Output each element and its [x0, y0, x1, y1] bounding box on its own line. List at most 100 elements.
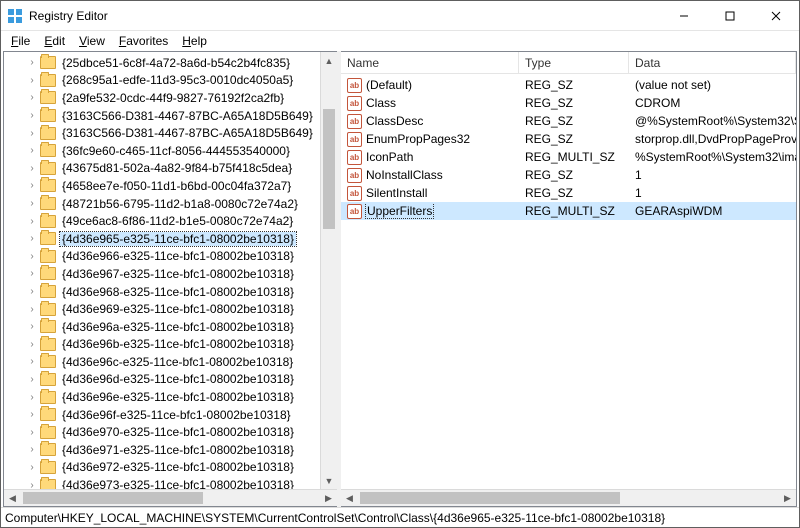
chevron-right-icon[interactable]: ›	[26, 110, 38, 121]
value-type: REG_SZ	[519, 186, 629, 200]
chevron-right-icon[interactable]: ›	[26, 233, 38, 244]
chevron-right-icon[interactable]: ›	[26, 427, 38, 438]
list-row[interactable]: abNoInstallClassREG_SZ1	[341, 166, 796, 184]
folder-icon	[40, 285, 56, 298]
tree-item[interactable]: ›{48721b56-6795-11d2-b1a8-0080c72e74a2}	[4, 195, 337, 213]
registry-tree[interactable]: ›{25dbce51-6c8f-4a72-8a6d-b54c2b4fc835}›…	[4, 52, 337, 489]
tree-item[interactable]: ›{4d36e969-e325-11ce-bfc1-08002be10318}	[4, 300, 337, 318]
tree-item[interactable]: › {36fc9e60-c465-11cf-8056-444553540000}	[4, 142, 337, 160]
scroll-left-icon[interactable]: ◀	[4, 493, 21, 504]
chevron-right-icon[interactable]: ›	[26, 251, 38, 262]
value-type: REG_SZ	[519, 132, 629, 146]
status-path: Computer\HKEY_LOCAL_MACHINE\SYSTEM\Curre…	[5, 511, 665, 525]
chevron-right-icon[interactable]: ›	[26, 304, 38, 315]
tree-item[interactable]: ›{4d36e96d-e325-11ce-bfc1-08002be10318}	[4, 371, 337, 389]
chevron-right-icon[interactable]: ›	[26, 268, 38, 279]
scroll-down-icon[interactable]: ▼	[321, 472, 337, 489]
tree-item-label: {4d36e966-e325-11ce-bfc1-08002be10318}	[60, 249, 296, 263]
chevron-right-icon[interactable]: ›	[26, 392, 38, 403]
tree-item[interactable]: › {4d36e96e-e325-11ce-bfc1-08002be10318}	[4, 388, 337, 406]
list-row[interactable]: abEnumPropPages32REG_SZstorprop.dll,DvdP…	[341, 130, 796, 148]
tree-item[interactable]: ›{3163C566-D381-4467-87BC-A65A18D5B649}	[4, 107, 337, 125]
string-value-icon: ab	[347, 114, 362, 129]
list-row[interactable]: abSilentInstallREG_SZ1	[341, 184, 796, 202]
scroll-thumb[interactable]	[360, 492, 620, 504]
tree-horizontal-scrollbar[interactable]: ◀ ▶	[4, 489, 337, 506]
tree-item[interactable]: ›{4d36e968-e325-11ce-bfc1-08002be10318}	[4, 283, 337, 301]
menu-view[interactable]: View	[73, 32, 111, 50]
chevron-right-icon[interactable]: ›	[26, 163, 38, 174]
tree-item[interactable]: ›{4d36e96c-e325-11ce-bfc1-08002be10318}	[4, 353, 337, 371]
tree-item[interactable]: ›{4d36e972-e325-11ce-bfc1-08002be10318}	[4, 459, 337, 477]
statusbar: Computer\HKEY_LOCAL_MACHINE\SYSTEM\Curre…	[1, 507, 799, 527]
menu-file[interactable]: File	[5, 32, 36, 50]
scroll-thumb[interactable]	[323, 109, 335, 229]
chevron-right-icon[interactable]: ›	[26, 57, 38, 68]
chevron-right-icon[interactable]: ›	[26, 198, 38, 209]
tree-item[interactable]: ›{4d36e965-e325-11ce-bfc1-08002be10318}	[4, 230, 337, 248]
tree-item[interactable]: ›{4658ee7e-f050-11d1-b6bd-00c04fa372a7}	[4, 177, 337, 195]
chevron-right-icon[interactable]: ›	[26, 409, 38, 420]
column-header-name[interactable]: Name	[341, 52, 519, 73]
chevron-right-icon[interactable]: ›	[26, 356, 38, 367]
tree-item[interactable]: ›{4d36e96b-e325-11ce-bfc1-08002be10318}	[4, 336, 337, 354]
chevron-right-icon[interactable]: ›	[26, 92, 38, 103]
chevron-right-icon[interactable]: ›	[26, 286, 38, 297]
chevron-right-icon[interactable]: ›	[26, 216, 38, 227]
scroll-thumb[interactable]	[23, 492, 203, 504]
tree-item-label: {36fc9e60-c465-11cf-8056-444553540000}	[60, 144, 292, 158]
chevron-right-icon[interactable]: ›	[26, 444, 38, 455]
tree-item[interactable]: ›{268c95a1-edfe-11d3-95c3-0010dc4050a5}	[4, 72, 337, 90]
folder-icon	[40, 443, 56, 456]
scroll-right-icon[interactable]: ▶	[779, 493, 796, 504]
tree-item[interactable]: ›{4d36e973-e325-11ce-bfc1-08002be10318}	[4, 476, 337, 489]
tree-item[interactable]: ›{43675d81-502a-4a82-9f84-b75f418c5dea}	[4, 160, 337, 178]
chevron-right-icon[interactable]: ›	[26, 145, 38, 156]
chevron-right-icon[interactable]: ›	[26, 321, 38, 332]
menu-edit[interactable]: Edit	[38, 32, 71, 50]
tree-item[interactable]: ›{25dbce51-6c8f-4a72-8a6d-b54c2b4fc835}	[4, 54, 337, 72]
tree-item-label: {4d36e96e-e325-11ce-bfc1-08002be10318}	[60, 390, 296, 404]
tree-item[interactable]: ›{4d36e96f-e325-11ce-bfc1-08002be10318}	[4, 406, 337, 424]
value-name: Class	[366, 96, 396, 110]
scroll-up-icon[interactable]: ▲	[321, 52, 337, 69]
scroll-left-icon[interactable]: ◀	[341, 493, 358, 504]
chevron-right-icon[interactable]: ›	[26, 480, 38, 489]
tree-item[interactable]: ›{4d36e970-e325-11ce-bfc1-08002be10318}	[4, 423, 337, 441]
value-name: UpperFilters	[366, 204, 433, 218]
tree-item[interactable]: ›{4d36e96a-e325-11ce-bfc1-08002be10318}	[4, 318, 337, 336]
string-value-icon: ab	[347, 150, 362, 165]
chevron-right-icon[interactable]: ›	[26, 374, 38, 385]
chevron-right-icon[interactable]: ›	[26, 128, 38, 139]
list-row[interactable]: abClassDescREG_SZ@%SystemRoot%\System32\…	[341, 112, 796, 130]
menu-help[interactable]: Help	[176, 32, 213, 50]
tree-vertical-scrollbar[interactable]: ▲ ▼	[320, 52, 337, 489]
menu-favorites[interactable]: Favorites	[113, 32, 174, 50]
list-row[interactable]: abClassREG_SZCDROM	[341, 94, 796, 112]
folder-icon	[40, 74, 56, 87]
list-row[interactable]: abIconPathREG_MULTI_SZ%SystemRoot%\Syste…	[341, 148, 796, 166]
column-header-data[interactable]: Data	[629, 52, 796, 73]
chevron-right-icon[interactable]: ›	[26, 462, 38, 473]
column-header-type[interactable]: Type	[519, 52, 629, 73]
value-name: ClassDesc	[366, 114, 423, 128]
list-row[interactable]: abUpperFiltersREG_MULTI_SZGEARAspiWDM	[341, 202, 796, 220]
close-button[interactable]	[753, 1, 799, 30]
scroll-right-icon[interactable]: ▶	[320, 493, 337, 504]
chevron-right-icon[interactable]: ›	[26, 339, 38, 350]
tree-panel: ›{25dbce51-6c8f-4a72-8a6d-b54c2b4fc835}›…	[3, 51, 337, 507]
list-row[interactable]: ab(Default)REG_SZ(value not set)	[341, 76, 796, 94]
tree-item[interactable]: ›{4d36e967-e325-11ce-bfc1-08002be10318}	[4, 265, 337, 283]
tree-item[interactable]: ›{2a9fe532-0cdc-44f9-9827-76192f2ca2fb}	[4, 89, 337, 107]
maximize-button[interactable]	[707, 1, 753, 30]
list-horizontal-scrollbar[interactable]: ◀ ▶	[341, 489, 796, 506]
tree-item[interactable]: ›{4d36e971-e325-11ce-bfc1-08002be10318}	[4, 441, 337, 459]
chevron-right-icon[interactable]: ›	[26, 75, 38, 86]
tree-item[interactable]: ›{3163C566-D381-4467-87BC-A65A18D5B649}	[4, 124, 337, 142]
minimize-button[interactable]	[661, 1, 707, 30]
tree-item[interactable]: › {4d36e966-e325-11ce-bfc1-08002be10318}	[4, 248, 337, 266]
value-name: NoInstallClass	[366, 168, 443, 182]
tree-item[interactable]: ›{49ce6ac8-6f86-11d2-b1e5-0080c72e74a2}	[4, 212, 337, 230]
chevron-right-icon[interactable]: ›	[26, 180, 38, 191]
values-list[interactable]: ab(Default)REG_SZ(value not set)abClassR…	[341, 74, 796, 489]
